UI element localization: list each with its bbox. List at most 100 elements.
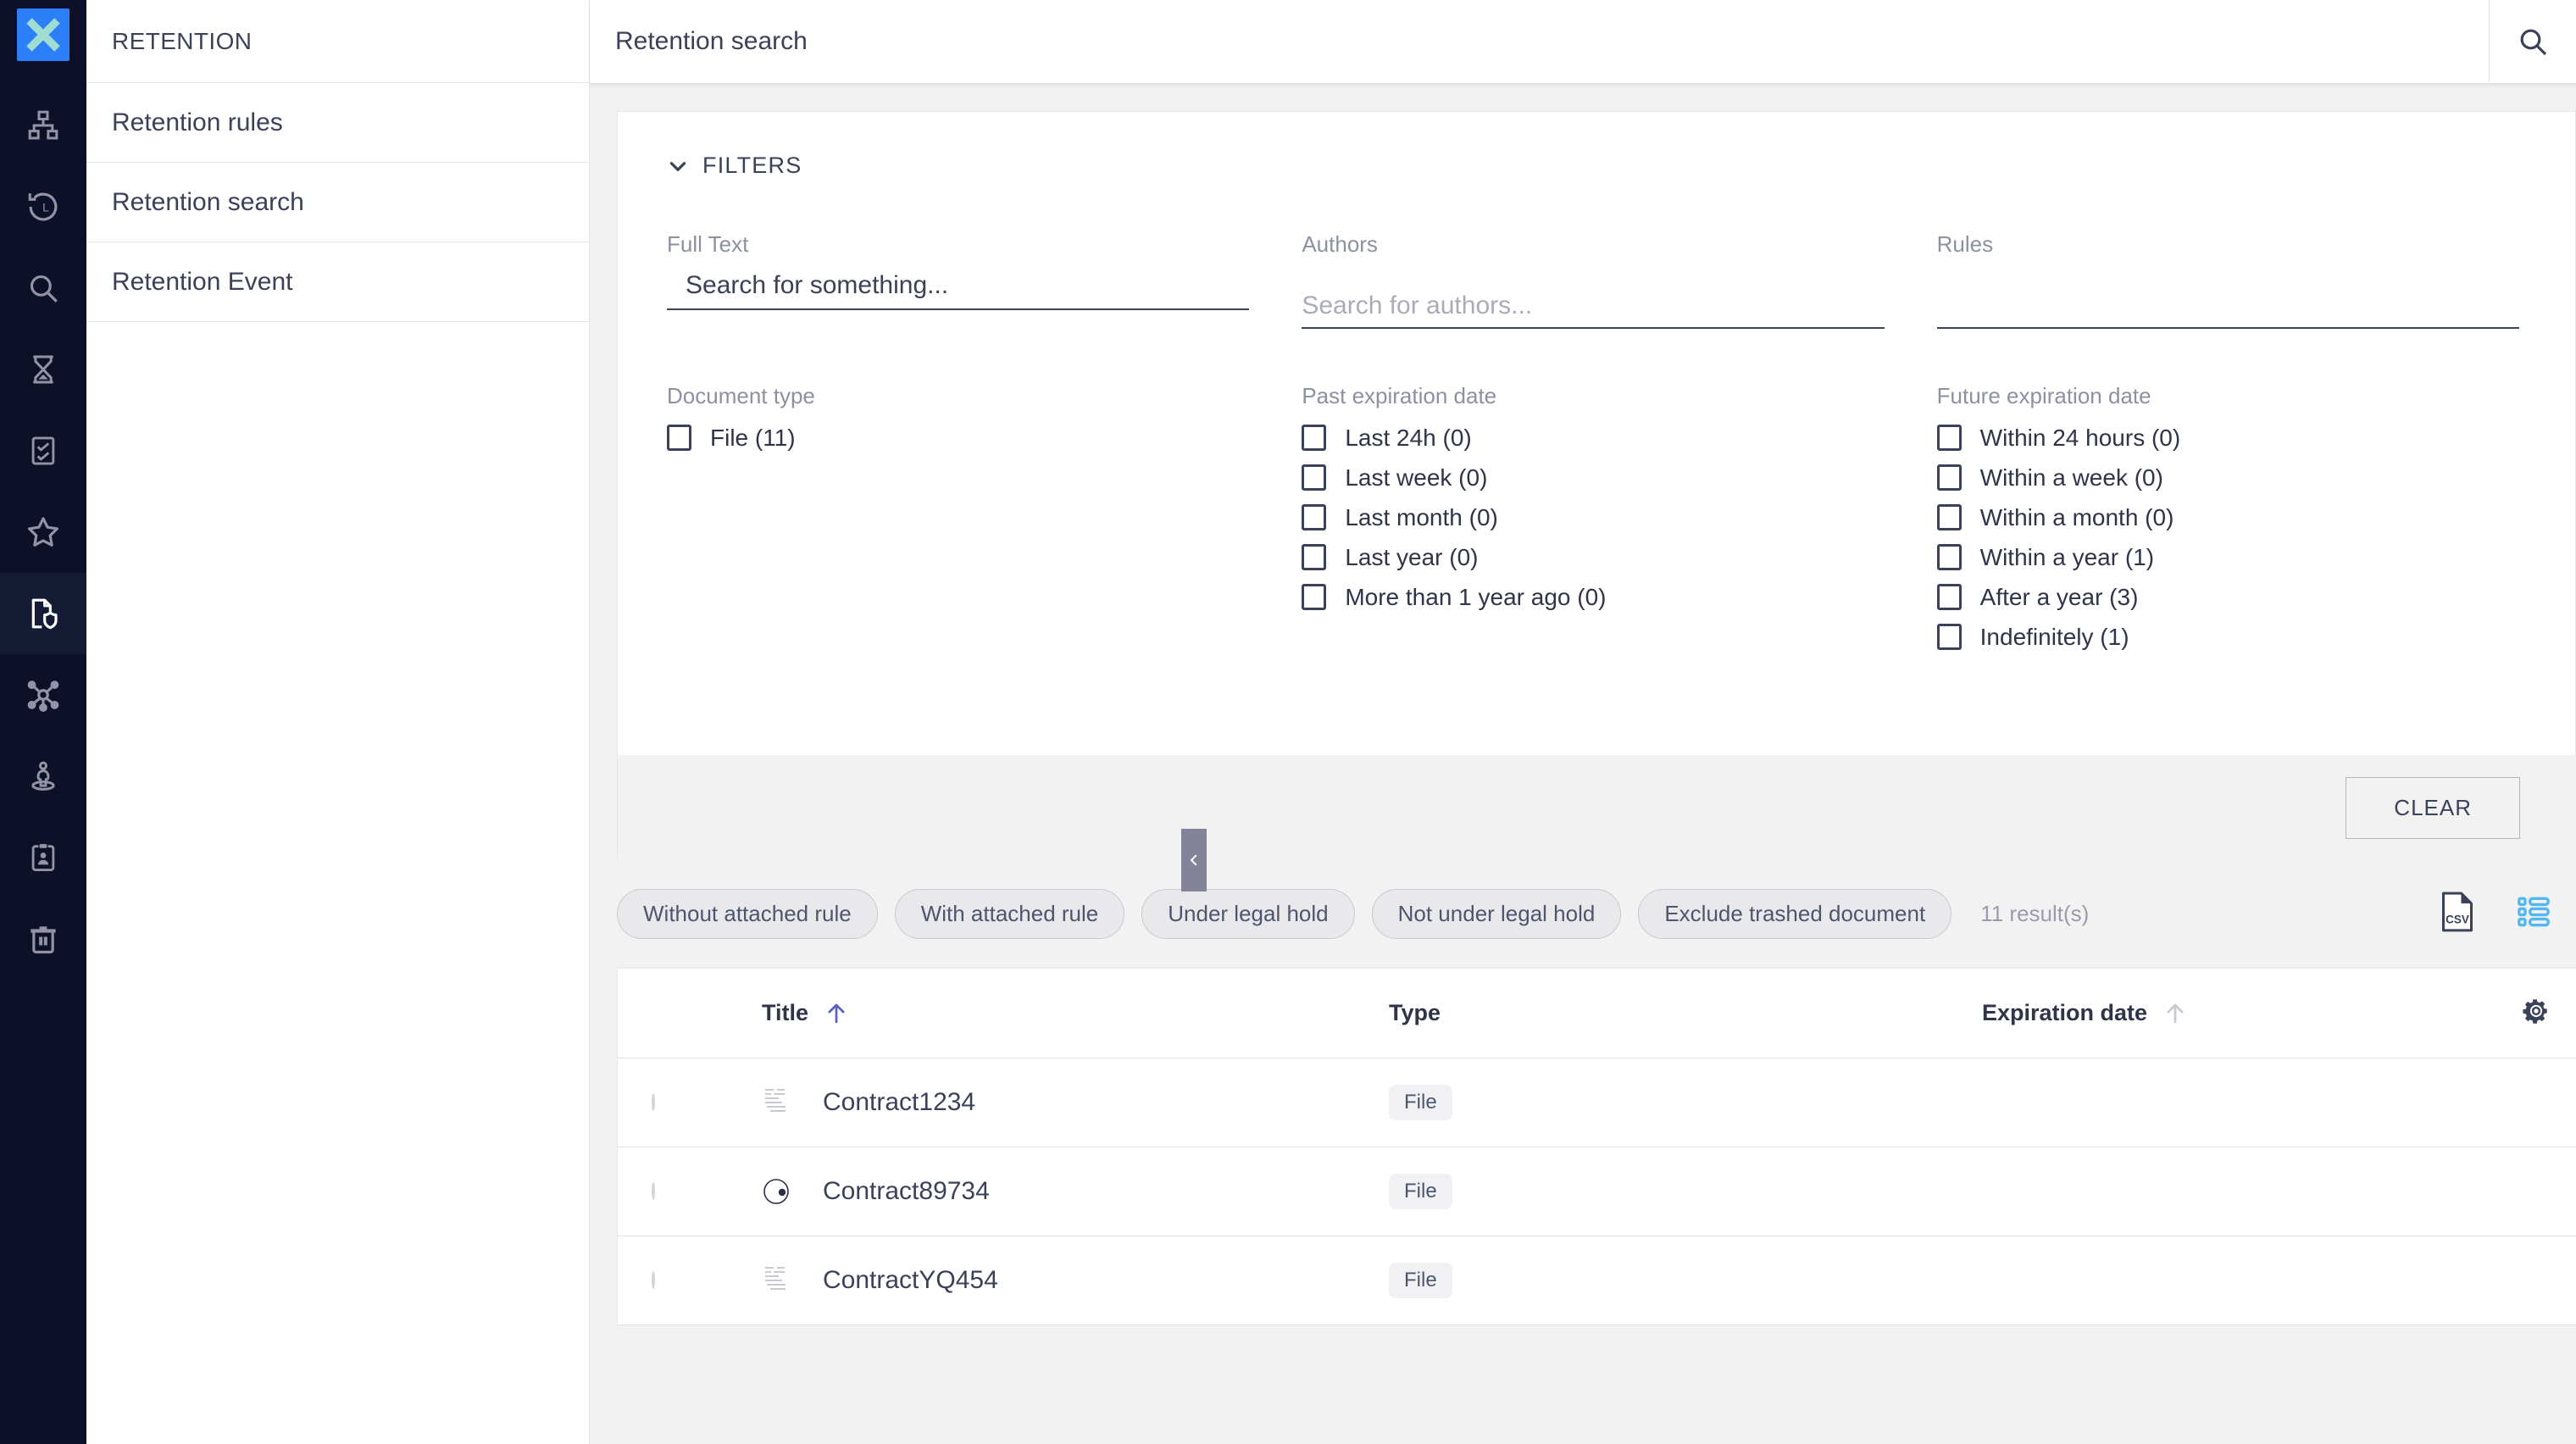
checkbox-future-indefinitely[interactable] (1936, 624, 1962, 650)
checkbox-future-within-a-week[interactable] (1936, 464, 1962, 491)
rail-item-history[interactable]: L (0, 166, 86, 247)
history-clock-icon: L (28, 192, 58, 221)
rail-item-search[interactable] (0, 247, 86, 329)
facet-option-past-last-24h[interactable]: Last 24h (0) (1302, 418, 1884, 458)
sidebar-item-retention-rules[interactable]: Retention rules (86, 83, 589, 163)
hourglass-icon (33, 355, 53, 384)
clear-filters-button[interactable]: CLEAR (2346, 776, 2520, 839)
facet-option-file[interactable]: File (11) (667, 418, 1249, 458)
x-logo-icon (26, 18, 60, 52)
facet-option-past-more-than-1-year[interactable]: More than 1 year ago (0) (1302, 577, 1884, 617)
table-settings-button[interactable] (2522, 997, 2551, 1030)
row-title[interactable]: Contract1234 (823, 1088, 975, 1117)
header-type-column[interactable]: Type (1389, 1000, 1982, 1026)
row-type-cell: File (1389, 1174, 1982, 1209)
result-count: 11 result(s) (1980, 901, 2090, 926)
facet-option-label: Last 24h (0) (1345, 424, 1472, 451)
checkbox-file[interactable] (667, 425, 691, 451)
checkbox-future-within-a-month[interactable] (1936, 504, 1962, 530)
table-row[interactable]: Contract89734 File (618, 1147, 2576, 1236)
checkbox-past-last-month[interactable] (1302, 504, 1327, 530)
facet-option-label: File (11) (710, 424, 796, 451)
facet-option-future-within-a-year[interactable]: Within a year (1) (1936, 537, 2519, 577)
row-title[interactable]: ContractYQ454 (823, 1266, 998, 1295)
checkbox-past-last-year[interactable] (1302, 544, 1327, 570)
facet-option-future-within-a-week[interactable]: Within a week (0) (1936, 458, 2519, 497)
layout-toggle-button[interactable] (2517, 895, 2551, 933)
filters-toggle[interactable]: FILTERS (618, 112, 2575, 179)
rail-item-network[interactable] (0, 654, 86, 736)
rules-label: Rules (1936, 231, 1994, 257)
facet-option-past-last-year[interactable]: Last year (0) (1302, 537, 1884, 577)
facet-option-future-within-24-hours[interactable]: Within 24 hours (0) (1936, 418, 2519, 458)
past-expiration-title: Past expiration date (1302, 383, 1497, 408)
pill-under-legal-hold[interactable]: Under legal hold (1141, 889, 1355, 939)
sidebar-item-label: Retention rules (112, 108, 283, 136)
rail-item-person-location[interactable] (0, 736, 86, 817)
rail-item-hourglass[interactable] (0, 329, 86, 410)
authors-field-group: Authors (1302, 231, 1885, 329)
rules-input[interactable] (1936, 292, 2519, 320)
facet-option-future-after-a-year[interactable]: After a year (3) (1936, 577, 2519, 617)
type-badge: File (1389, 1085, 1452, 1120)
pill-with-attached-rule[interactable]: With attached rule (894, 889, 1125, 939)
row-select-cell (652, 1271, 762, 1289)
rail-item-retention[interactable] (0, 573, 86, 654)
row-title-cell: Contract1234 (762, 1086, 1389, 1119)
rail-item-trash[interactable] (0, 898, 86, 980)
pill-not-under-legal-hold[interactable]: Not under legal hold (1371, 889, 1622, 939)
gear-icon (2523, 999, 2547, 1024)
checkbox-past-last-24h[interactable] (1302, 425, 1327, 451)
checkbox-future-within-a-year[interactable] (1936, 544, 1962, 570)
rail-item-clipboard-person[interactable] (0, 817, 86, 898)
authors-label: Authors (1302, 231, 1378, 257)
clipboard-person-icon (31, 844, 55, 871)
header-expiration-column[interactable]: Expiration date (1982, 1000, 2355, 1026)
facet-option-past-last-month[interactable]: Last month (0) (1302, 497, 1884, 537)
export-csv-button[interactable]: CSV (2439, 891, 2476, 936)
arrow-up-icon[interactable] (2162, 1001, 2188, 1026)
facet-option-label: Within a year (1) (1979, 543, 2155, 570)
checkbox-future-after-a-year[interactable] (1936, 584, 1962, 610)
facet-option-label: After a year (3) (1979, 583, 2139, 610)
app-logo[interactable] (17, 8, 69, 61)
table-header-row: Title Type Expiration date (618, 969, 2576, 1058)
pill-without-attached-rule[interactable]: Without attached rule (617, 889, 878, 939)
facet-option-past-last-week[interactable]: Last week (0) (1302, 458, 1884, 497)
past-expiration-facet: Past expiration date Last 24h (0) Last w… (1302, 383, 1884, 657)
checkbox-past-last-week[interactable] (1302, 464, 1327, 491)
facet-option-future-within-a-month[interactable]: Within a month (0) (1936, 497, 2519, 537)
full-text-input[interactable] (667, 263, 1250, 310)
person-location-icon (31, 761, 55, 791)
header-title-column[interactable]: Title (762, 1000, 1389, 1026)
facet-option-future-indefinitely[interactable]: Indefinitely (1) (1936, 617, 2519, 657)
row-type-cell: File (1389, 1263, 1982, 1298)
row-radio[interactable] (652, 1093, 655, 1111)
document-thumbnail (765, 1089, 786, 1112)
filters-fields-grid: Full Text Authors Rules (618, 179, 2575, 657)
rail-item-org-chart[interactable] (0, 85, 86, 166)
global-search-button[interactable] (2490, 0, 2576, 84)
rail-item-checklist[interactable] (0, 410, 86, 492)
pill-exclude-trashed-document[interactable]: Exclude trashed document (1638, 889, 1952, 939)
authors-input[interactable] (1302, 292, 1885, 320)
rail-item-favorites[interactable] (0, 492, 86, 573)
collapse-filters-handle[interactable] (1181, 829, 1207, 891)
row-select-cell (652, 1093, 762, 1111)
table-row[interactable]: Contract1234 File (618, 1058, 2576, 1147)
row-radio[interactable] (652, 1271, 655, 1289)
facet-option-label: Last year (0) (1345, 543, 1479, 570)
future-expiration-title: Future expiration date (1936, 383, 2151, 408)
list-layout-icon (2518, 897, 2550, 927)
sidebar-item-retention-search[interactable]: Retention search (86, 163, 589, 242)
checkbox-future-within-24-hours[interactable] (1936, 425, 1962, 451)
row-title[interactable]: Contract89734 (823, 1177, 990, 1206)
table-row[interactable]: ContractYQ454 File (618, 1236, 2576, 1325)
facet-option-label: Indefinitely (1) (1979, 623, 2129, 650)
authors-chip-container[interactable] (1302, 263, 1885, 329)
checkbox-past-more-than-1-year[interactable] (1302, 584, 1327, 610)
arrow-up-icon[interactable] (824, 1001, 849, 1026)
sidebar-item-retention-event[interactable]: Retention Event (86, 242, 589, 322)
row-radio[interactable] (652, 1182, 655, 1200)
rules-chip-container[interactable] (1936, 263, 2519, 329)
